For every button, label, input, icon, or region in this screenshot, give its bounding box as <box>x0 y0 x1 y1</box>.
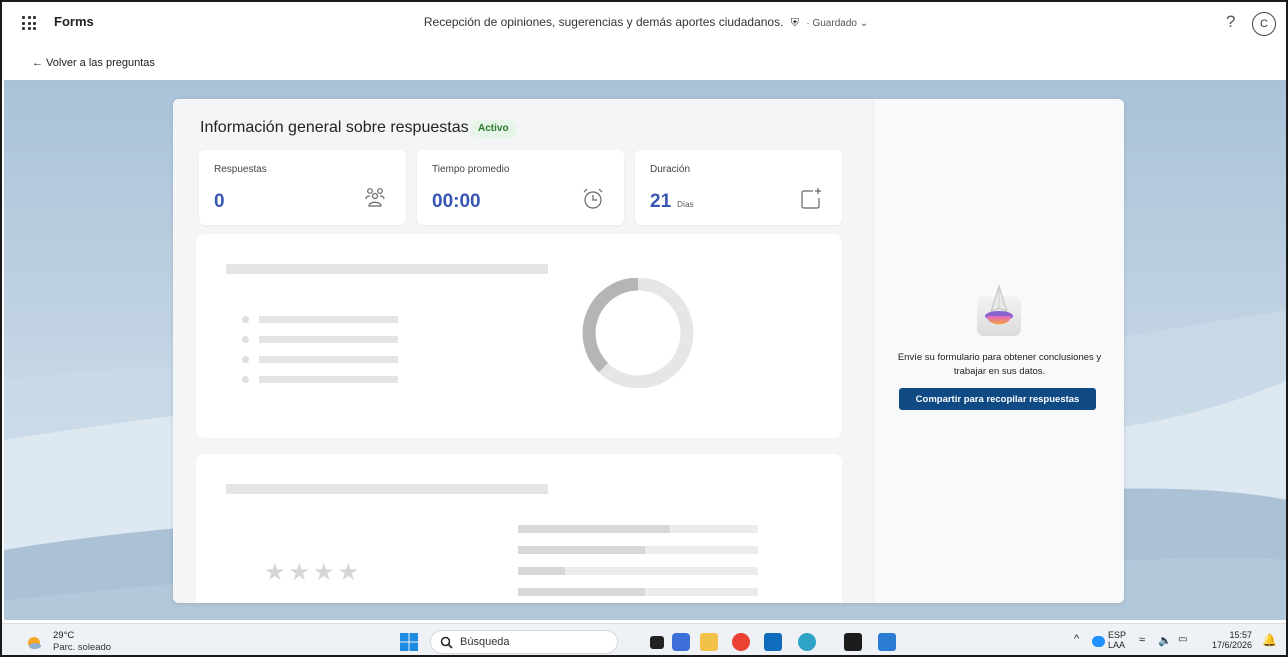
search-icon <box>440 636 453 649</box>
file-explorer-icon[interactable] <box>700 633 718 651</box>
save-status: · Guardado ⌄ <box>806 18 869 29</box>
alarm-clock-icon <box>583 188 603 209</box>
stat-label: Respuestas <box>214 164 267 175</box>
skeleton-bar-track <box>518 525 758 533</box>
avatar[interactable]: C <box>1252 12 1276 36</box>
sticky-app-icon[interactable] <box>844 633 862 651</box>
document-title[interactable]: Recepción de opiniones, sugerencias y de… <box>424 15 784 29</box>
chart-placeholder-panel <box>196 234 842 438</box>
skeleton-bar-track <box>518 567 758 575</box>
partly-sunny-icon <box>28 637 41 649</box>
edge-icon[interactable] <box>798 633 816 651</box>
notifications-bell-icon[interactable]: 🔔 <box>1262 633 1277 647</box>
task-view-icon[interactable] <box>650 636 664 649</box>
rating-placeholder-panel: ★★★★ <box>196 454 842 603</box>
app-window: Forms Recepción de opiniones, sugerencia… <box>0 0 1288 657</box>
overview-title: Información general sobre respuestas <box>200 119 469 136</box>
responses-card: Información general sobre respuestas Act… <box>173 99 1124 603</box>
stat-value: 0 <box>214 191 225 212</box>
chrome-icon[interactable] <box>732 633 750 651</box>
share-to-collect-button[interactable]: Compartir para recopilar respuestas <box>899 388 1096 410</box>
windows-taskbar: 29°C Parc. soleado Búsqueda ^ ESP LAA ≈ … <box>2 623 1286 655</box>
document-title-bar[interactable]: Recepción de opiniones, sugerencias y de… <box>2 15 1286 30</box>
skeleton-line <box>226 484 548 494</box>
skeleton-line <box>226 264 548 274</box>
windows-start-icon[interactable] <box>400 633 418 651</box>
stat-card-responses: Respuestas 0 <box>199 150 406 225</box>
share-panel: Envíe su formulario para obtener conclus… <box>873 99 1124 603</box>
stat-card-avg-time: Tiempo promedio 00:00 <box>417 150 624 225</box>
security-app-icon[interactable] <box>672 633 690 651</box>
star-rating-placeholder: ★★★★ <box>264 559 363 586</box>
taskbar-search[interactable]: Búsqueda <box>430 630 618 654</box>
skeleton-bar-track <box>518 546 758 554</box>
responses-overview: Información general sobre respuestas Act… <box>173 99 873 603</box>
outlook-icon[interactable] <box>764 633 782 651</box>
stat-card-duration: Duración 21 Días <box>635 150 842 225</box>
stat-value: 21 Días <box>650 191 694 212</box>
stat-unit: Días <box>677 200 694 209</box>
paper-plane-illustration-icon <box>977 284 1021 336</box>
search-placeholder: Búsqueda <box>460 636 510 648</box>
weather-desc: Parc. soleado <box>53 642 112 653</box>
word-icon[interactable] <box>878 633 896 651</box>
shield-icon: ⛨ <box>790 17 800 29</box>
share-message: Envíe su formulario para obtener conclus… <box>897 352 1102 377</box>
back-to-questions-link[interactable]: ← Volver a las preguntas <box>32 57 155 69</box>
chevron-up-icon[interactable]: ^ <box>1074 633 1079 645</box>
help-button[interactable]: ? <box>1226 12 1235 32</box>
calendar-add-icon <box>801 188 821 209</box>
stat-label: Duración <box>650 164 691 175</box>
stat-label: Tiempo promedio <box>432 164 510 175</box>
volume-icon[interactable]: 🔈 <box>1158 634 1172 647</box>
stat-value: 00:00 <box>432 191 481 212</box>
battery-icon[interactable]: ▭ <box>1178 634 1187 645</box>
onedrive-icon[interactable] <box>1092 636 1105 647</box>
status-badge: Activo <box>470 120 517 138</box>
wifi-icon[interactable]: ≈ <box>1139 634 1145 646</box>
clock[interactable]: 15:57 17/6/2026 <box>1207 630 1252 650</box>
weather-temp: 29°C <box>53 630 75 641</box>
top-app-bar: Forms Recepción de opiniones, sugerencia… <box>2 2 1286 46</box>
donut-placeholder <box>582 278 694 388</box>
language-indicator[interactable]: ESP LAA <box>1108 630 1126 650</box>
skeleton-bar-track <box>518 588 758 596</box>
people-icon <box>365 188 385 207</box>
